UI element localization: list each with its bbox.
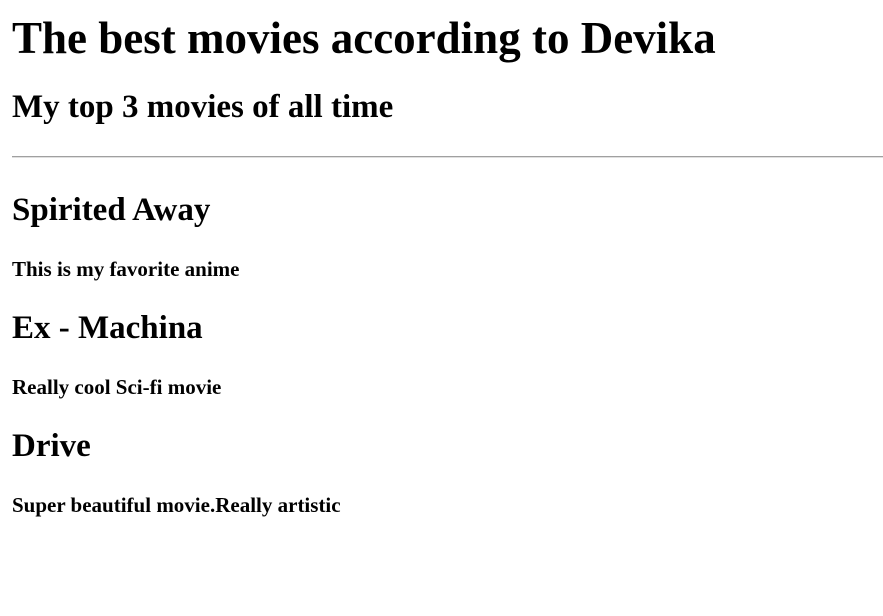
movie-description: Super beautiful movie.Really artistic (12, 493, 341, 517)
movie-entry: Ex - Machina Really cool Sci-fi movie (12, 281, 883, 399)
movie-description: Really cool Sci-fi movie (12, 375, 222, 399)
movie-entry: Spirited Away This is my favorite anime (12, 158, 883, 281)
page-title: The best movies according to Devika (12, 13, 716, 63)
movie-description: This is my favorite anime (12, 257, 240, 281)
page-content: The best movies according to Devika My t… (0, 0, 883, 517)
movie-title: Drive (12, 428, 91, 464)
movie-title: Spirited Away (12, 192, 211, 228)
movie-entry: Drive Super beautiful movie.Really artis… (12, 399, 883, 517)
page-subtitle: My top 3 movies of all time (12, 89, 394, 125)
movie-title: Ex - Machina (12, 310, 203, 346)
